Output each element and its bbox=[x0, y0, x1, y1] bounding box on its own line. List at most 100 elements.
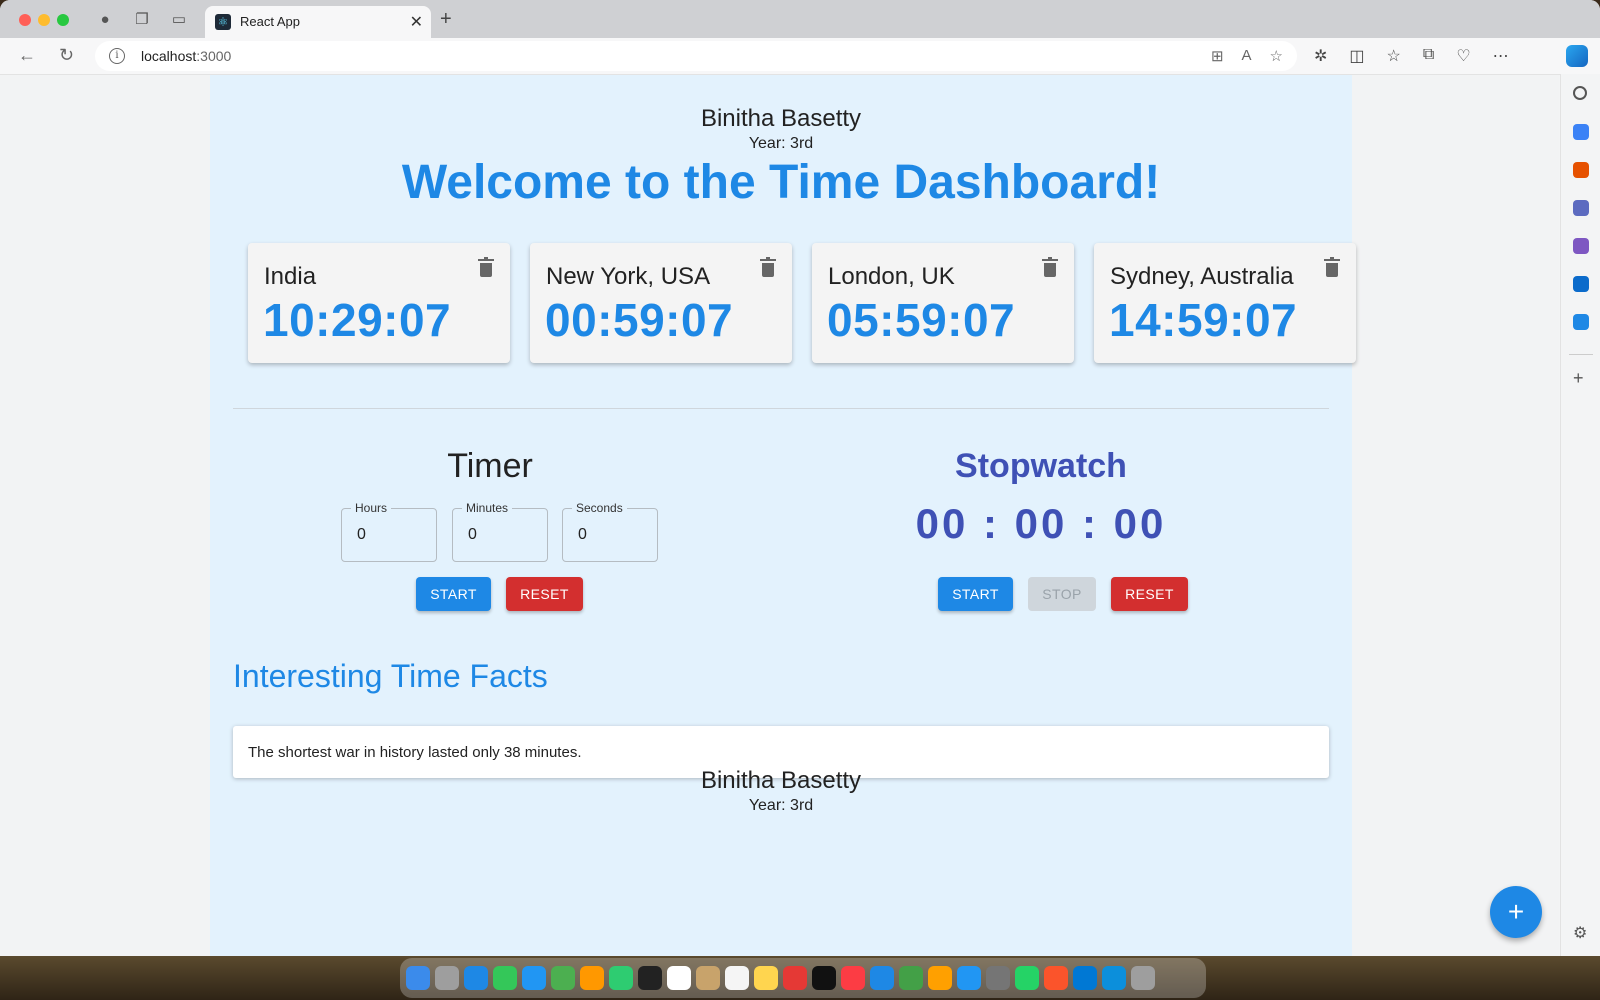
clock-time: 05:59:07 bbox=[827, 294, 1016, 346]
trash-icon[interactable] bbox=[1131, 966, 1155, 990]
reload-icon[interactable]: ↻ bbox=[59, 45, 74, 66]
stopwatch-display: 00 : 00 : 00 bbox=[915, 500, 1167, 547]
add-clock-fab-button[interactable]: + bbox=[1490, 886, 1542, 938]
page-viewport: Binitha Basetty Year: 3rd Welcome to the… bbox=[0, 75, 1559, 956]
outlook-icon[interactable] bbox=[1573, 276, 1589, 292]
stopwatch-title: Stopwatch bbox=[955, 447, 1127, 485]
delete-trash-icon[interactable] bbox=[1042, 257, 1058, 277]
tab-title: React App bbox=[240, 14, 300, 29]
maps-icon[interactable] bbox=[551, 966, 575, 990]
favorites-icon[interactable]: ☆ bbox=[1387, 46, 1401, 66]
activity-monitor-icon[interactable] bbox=[638, 966, 662, 990]
clock-city: London, UK bbox=[828, 263, 955, 290]
timer-start-button[interactable]: START bbox=[416, 577, 491, 611]
reminders-icon[interactable] bbox=[725, 966, 749, 990]
minutes-label: Minutes bbox=[462, 501, 513, 515]
clock-card-sydney: Sydney, Australia 14:59:07 bbox=[1094, 243, 1356, 363]
search-icon[interactable] bbox=[1573, 86, 1587, 100]
app-store-icon[interactable] bbox=[957, 966, 981, 990]
shopping-tag-icon[interactable] bbox=[1573, 124, 1589, 140]
clock-city: Sydney, Australia bbox=[1110, 263, 1294, 290]
apple-tv-icon[interactable] bbox=[812, 966, 836, 990]
favorite-star-icon[interactable]: ☆ bbox=[1270, 47, 1283, 65]
delete-trash-icon[interactable] bbox=[478, 257, 494, 277]
browser-window: ● ❐ ▭ ⚛ React App ✕ + ← ↻ i localhost:30… bbox=[0, 0, 1600, 956]
stopwatch-stop-button: STOP bbox=[1028, 577, 1096, 611]
add-sidebar-app-icon[interactable]: + bbox=[1573, 369, 1589, 387]
send-icon[interactable] bbox=[1573, 314, 1589, 330]
timer-reset-button[interactable]: RESET bbox=[506, 577, 583, 611]
tab-close-icon[interactable]: ✕ bbox=[410, 12, 423, 32]
facetime-icon[interactable] bbox=[609, 966, 633, 990]
vertical-tabs-icon[interactable]: ▭ bbox=[170, 11, 188, 29]
system-settings-icon[interactable] bbox=[986, 966, 1010, 990]
clock-time: 14:59:07 bbox=[1109, 294, 1298, 346]
hours-input[interactable] bbox=[355, 525, 429, 545]
more-menu-icon[interactable]: ⋯ bbox=[1493, 46, 1509, 66]
photos-icon[interactable] bbox=[580, 966, 604, 990]
browser-essentials-icon[interactable]: ♡ bbox=[1456, 46, 1470, 66]
vscode-icon[interactable] bbox=[1073, 966, 1097, 990]
address-bar[interactable]: i localhost:3000 ⊞ A ☆ bbox=[95, 41, 1297, 71]
finder-icon[interactable] bbox=[406, 966, 430, 990]
music-icon[interactable] bbox=[841, 966, 865, 990]
clock-card-india: India 10:29:07 bbox=[248, 243, 510, 363]
launchpad-icon[interactable] bbox=[435, 966, 459, 990]
games-icon[interactable] bbox=[1573, 200, 1589, 216]
url-text[interactable]: localhost:3000 bbox=[141, 48, 231, 64]
tab-strip: ● ❐ ▭ ⚛ React App ✕ + bbox=[0, 0, 1600, 38]
calendar-icon[interactable] bbox=[667, 966, 691, 990]
delete-trash-icon[interactable] bbox=[760, 257, 776, 277]
freeform-icon[interactable] bbox=[783, 966, 807, 990]
tools-briefcase-icon[interactable] bbox=[1573, 162, 1589, 178]
app-available-icon[interactable]: ⊞ bbox=[1211, 47, 1224, 65]
minutes-field[interactable]: Minutes bbox=[452, 501, 548, 562]
browser-sidebar: + ⚙ bbox=[1560, 74, 1600, 956]
hours-label: Hours bbox=[351, 501, 392, 515]
seconds-input[interactable] bbox=[576, 525, 650, 545]
minutes-input[interactable] bbox=[466, 525, 540, 545]
facts-title: Interesting Time Facts bbox=[233, 658, 548, 694]
clock-city: India bbox=[264, 263, 317, 290]
student-year: Year: 3rd bbox=[748, 135, 814, 152]
mail-icon[interactable] bbox=[522, 966, 546, 990]
clock-city: New York, USA bbox=[546, 263, 711, 290]
edge-icon[interactable] bbox=[1102, 966, 1126, 990]
seconds-field[interactable]: Seconds bbox=[562, 501, 658, 562]
contacts-icon[interactable] bbox=[696, 966, 720, 990]
stopwatch-reset-button[interactable]: RESET bbox=[1111, 577, 1188, 611]
new-tab-button[interactable]: + bbox=[440, 8, 452, 31]
back-arrow-icon[interactable]: ← bbox=[18, 45, 36, 66]
split-screen-icon[interactable]: ◫ bbox=[1349, 46, 1364, 66]
copilot-icon[interactable] bbox=[1566, 45, 1588, 67]
read-aloud-icon[interactable]: A bbox=[1242, 47, 1252, 65]
stopwatch-start-button[interactable]: START bbox=[938, 577, 1013, 611]
extensions-icon[interactable]: ✲ bbox=[1314, 46, 1327, 66]
maximize-window-button[interactable] bbox=[57, 14, 69, 26]
profile-icon[interactable]: ● bbox=[96, 11, 114, 29]
whatsapp-icon[interactable] bbox=[1015, 966, 1039, 990]
close-window-button[interactable] bbox=[19, 14, 31, 26]
pages-icon[interactable] bbox=[928, 966, 952, 990]
safari-icon[interactable] bbox=[464, 966, 488, 990]
numbers-icon[interactable] bbox=[899, 966, 923, 990]
collections-icon[interactable]: ⧉ bbox=[1423, 46, 1434, 66]
notes-icon[interactable] bbox=[754, 966, 778, 990]
brave-icon[interactable] bbox=[1044, 966, 1068, 990]
timer-title: Timer bbox=[447, 447, 533, 485]
hours-field[interactable]: Hours bbox=[341, 501, 437, 562]
messages-icon[interactable] bbox=[493, 966, 517, 990]
clock-time: 10:29:07 bbox=[263, 294, 452, 346]
react-logo-icon: ⚛ bbox=[215, 14, 231, 30]
dashboard-page: Binitha Basetty Year: 3rd Welcome to the… bbox=[210, 75, 1356, 956]
welcome-heading: Welcome to the Time Dashboard! bbox=[401, 156, 1161, 209]
workspaces-icon[interactable]: ❐ bbox=[133, 11, 151, 29]
microsoft-365-icon[interactable] bbox=[1573, 238, 1589, 254]
site-info-icon[interactable]: i bbox=[109, 48, 125, 64]
sidebar-settings-gear-icon[interactable]: ⚙ bbox=[1573, 926, 1589, 942]
keynote-icon[interactable] bbox=[870, 966, 894, 990]
minimize-window-button[interactable] bbox=[38, 14, 50, 26]
address-toolbar: ← ↻ i localhost:3000 ⊞ A ☆ ✲ ◫ ☆ ⧉ ♡ ⋯ bbox=[0, 38, 1600, 75]
tab-react-app[interactable]: ⚛ React App ✕ bbox=[205, 6, 431, 38]
delete-trash-icon[interactable] bbox=[1324, 257, 1340, 277]
